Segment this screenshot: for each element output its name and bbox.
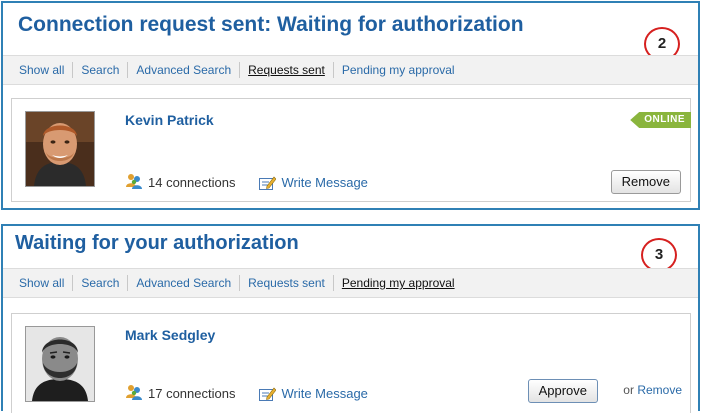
connections-nav: Show all Search Advanced Search Requests… (3, 268, 698, 298)
write-message-link[interactable]: Write Message (259, 386, 368, 401)
nav-pending-my-approval[interactable]: Pending my approval (334, 63, 463, 77)
step-number-badge: 3 (641, 238, 677, 272)
contact-meta: 14 connections Write Message (125, 173, 368, 192)
contact-meta: 17 connections Write Message (125, 384, 368, 403)
nav-show-all[interactable]: Show all (11, 276, 72, 290)
nav-pending-my-approval[interactable]: Pending my approval (334, 276, 463, 290)
nav-show-all[interactable]: Show all (11, 63, 72, 77)
contact-card: Mark Sedgley 17 connections Write Messag… (11, 313, 691, 413)
nav-requests-sent[interactable]: Requests sent (240, 276, 333, 290)
avatar[interactable] (25, 111, 95, 187)
write-message-label: Write Message (281, 386, 368, 401)
connections-nav: Show all Search Advanced Search Requests… (3, 55, 698, 85)
page-title: Waiting for your authorization (15, 232, 299, 254)
write-message-link[interactable]: Write Message (259, 175, 368, 190)
remove-link[interactable]: Remove (637, 383, 682, 397)
nav-search[interactable]: Search (73, 276, 127, 290)
profile-photo-icon (26, 112, 94, 186)
write-message-label: Write Message (281, 175, 368, 190)
compose-icon (259, 387, 277, 401)
nav-advanced-search[interactable]: Advanced Search (128, 63, 239, 77)
contact-card: Kevin Patrick ONLINE 14 connections Writ… (11, 98, 691, 202)
people-icon (125, 384, 143, 403)
profile-photo-icon (26, 327, 94, 401)
or-remove: or Remove (623, 383, 682, 397)
people-icon (125, 173, 143, 192)
avatar[interactable] (25, 326, 95, 402)
page-title: Connection request sent: Waiting for aut… (18, 13, 524, 36)
connections-count: 17 connections (148, 386, 236, 401)
online-status-badge: ONLINE (630, 112, 691, 128)
nav-search[interactable]: Search (73, 63, 127, 77)
compose-icon (259, 176, 277, 190)
approve-button[interactable]: Approve (527, 379, 598, 403)
contact-name-link[interactable]: Kevin Patrick (125, 112, 214, 128)
remove-button[interactable]: Remove (610, 170, 681, 194)
requests-sent-panel: Connection request sent: Waiting for aut… (1, 1, 700, 210)
nav-advanced-search[interactable]: Advanced Search (128, 276, 239, 290)
pending-approval-panel: Waiting for your authorization 3 Show al… (1, 224, 700, 413)
connections-count: 14 connections (148, 175, 236, 190)
nav-requests-sent[interactable]: Requests sent (240, 63, 333, 77)
contact-name-link[interactable]: Mark Sedgley (125, 327, 215, 343)
or-text: or (623, 383, 634, 397)
